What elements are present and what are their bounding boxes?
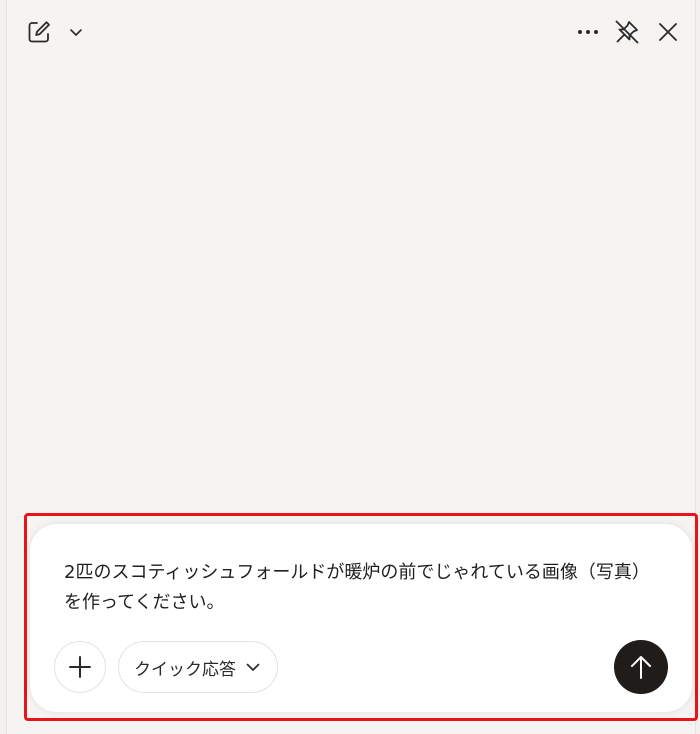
arrow-up-icon xyxy=(631,656,651,679)
new-chat-button[interactable] xyxy=(23,16,55,48)
unpin-button[interactable] xyxy=(611,16,643,48)
send-button[interactable] xyxy=(614,640,668,694)
more-options-button[interactable] xyxy=(573,18,603,46)
plus-icon xyxy=(69,656,91,678)
copilot-window: 2匹のスコティッシュフォールドが暖炉の前でじゃれている画像（写真）を作ってくださ… xyxy=(6,0,698,734)
unpin-icon xyxy=(615,20,639,44)
titlebar xyxy=(7,0,695,64)
more-icon xyxy=(578,30,598,34)
message-input[interactable]: 2匹のスコティッシュフォールドが暖炉の前でじゃれている画像（写真）を作ってくださ… xyxy=(64,558,654,618)
add-attachment-button[interactable] xyxy=(54,641,106,693)
compose-icon xyxy=(28,21,50,43)
close-button[interactable] xyxy=(653,16,683,48)
message-composer: 2匹のスコティッシュフォールドが暖炉の前でじゃれている画像（写真）を作ってくださ… xyxy=(29,523,693,713)
chevron-down-icon xyxy=(246,663,260,671)
new-chat-menu-button[interactable] xyxy=(65,20,87,44)
response-mode-dropdown[interactable]: クイック応答 xyxy=(118,641,278,693)
close-icon xyxy=(659,23,677,41)
chevron-down-icon xyxy=(70,29,82,36)
response-mode-label: クイック応答 xyxy=(134,659,236,680)
